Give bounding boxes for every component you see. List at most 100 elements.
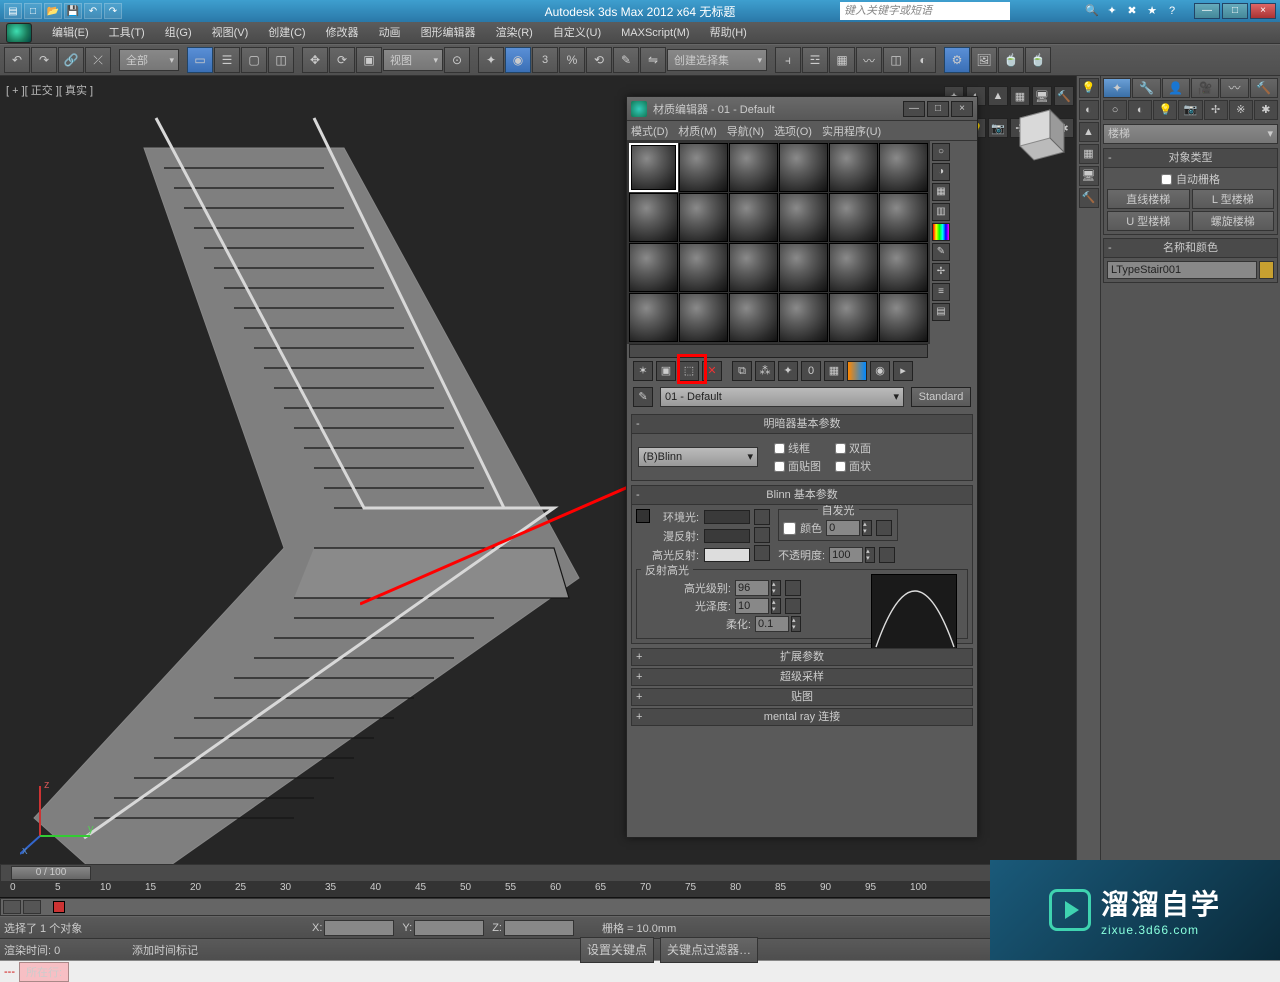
helpers-sub-icon[interactable]: ✢ xyxy=(1204,100,1228,120)
minimize-button[interactable]: — xyxy=(1194,3,1220,19)
help-icon[interactable]: ? xyxy=(1164,3,1180,19)
percent-snap-button[interactable]: % xyxy=(559,47,585,73)
maximize-button[interactable]: □ xyxy=(1222,3,1248,19)
video-color-icon[interactable] xyxy=(932,223,950,241)
glossiness-spinner[interactable] xyxy=(735,598,769,614)
coord-x-input[interactable] xyxy=(324,920,394,936)
sample-slot[interactable] xyxy=(729,293,778,342)
extra-icon[interactable]: ▤ xyxy=(932,303,950,321)
shapes-sub-icon[interactable]: ◐ xyxy=(1128,100,1152,120)
sample-slot[interactable] xyxy=(679,243,728,292)
sample-slot[interactable] xyxy=(629,193,678,242)
rotate-button[interactable]: ⟳ xyxy=(329,47,355,73)
open-icon[interactable]: 📂 xyxy=(44,3,62,19)
trackbar-tool-icon[interactable] xyxy=(23,900,41,914)
sample-slot[interactable] xyxy=(829,293,878,342)
l-stair-button[interactable]: L 型楼梯 xyxy=(1192,189,1275,209)
spinner-buttons[interactable] xyxy=(862,520,872,536)
coord-y-input[interactable] xyxy=(414,920,484,936)
twosided-checkbox[interactable] xyxy=(835,443,846,454)
dlg-close-button[interactable]: × xyxy=(951,101,973,117)
mirror-button[interactable]: ⇋ xyxy=(640,47,666,73)
sample-slot[interactable] xyxy=(629,143,678,192)
add-time-tag[interactable]: 添加时间标记 xyxy=(132,942,312,958)
diffuse-map-button[interactable] xyxy=(754,527,770,543)
sample-slot[interactable] xyxy=(779,293,828,342)
sample-slot[interactable] xyxy=(629,243,678,292)
lights-sub-icon[interactable]: 💡 xyxy=(1153,100,1177,120)
selfillu-color-checkbox[interactable] xyxy=(783,522,796,535)
sample-slot[interactable] xyxy=(779,243,828,292)
redo-button[interactable]: ↷ xyxy=(31,47,57,73)
menu-tools[interactable]: 工具(T) xyxy=(99,22,155,44)
schematic-view-button[interactable]: ◫ xyxy=(883,47,909,73)
soften-spinner[interactable] xyxy=(755,616,789,632)
sample-slot[interactable] xyxy=(679,293,728,342)
sample-slot[interactable] xyxy=(879,293,928,342)
sample-slot[interactable] xyxy=(829,143,878,192)
material-name-combo[interactable]: 01 - Default xyxy=(660,387,904,407)
show-end-result-icon[interactable] xyxy=(847,361,867,381)
material-editor-button[interactable]: ◐ xyxy=(910,47,936,73)
sample-slot[interactable] xyxy=(779,143,828,192)
align-button[interactable]: ⫞ xyxy=(775,47,801,73)
set-key-button[interactable]: 设置关键点 xyxy=(580,937,654,963)
space-warps-sub-icon[interactable]: ※ xyxy=(1229,100,1253,120)
scale-button[interactable]: ▣ xyxy=(356,47,382,73)
link-button[interactable]: 🔗 xyxy=(58,47,84,73)
sample-slot[interactable] xyxy=(829,193,878,242)
make-copy-icon[interactable]: ⧉ xyxy=(732,361,752,381)
rollout-maps[interactable]: 贴图 xyxy=(631,688,973,706)
sample-slot[interactable] xyxy=(779,193,828,242)
sample-slot[interactable] xyxy=(829,243,878,292)
exchange-icon[interactable]: ✖ xyxy=(1124,3,1140,19)
menu-views[interactable]: 视图(V) xyxy=(202,22,259,44)
go-forward-icon[interactable]: ▸ xyxy=(893,361,913,381)
rollout-blinn-basic[interactable]: Blinn 基本参数 xyxy=(632,486,972,505)
app-logo-icon[interactable] xyxy=(6,23,32,43)
save-icon[interactable]: 💾 xyxy=(64,3,82,19)
motion-tab-icon[interactable]: 🎥 xyxy=(1191,78,1219,98)
shader-type-select[interactable]: (B)Blinn xyxy=(638,447,758,467)
material-type-button[interactable]: Standard xyxy=(911,387,971,407)
rollout-supersample[interactable]: 超级采样 xyxy=(631,668,973,686)
create-tab-icon[interactable]: ✦ xyxy=(1103,78,1131,98)
spinner-buttons[interactable] xyxy=(791,616,801,632)
dlg-maximize-button[interactable]: □ xyxy=(927,101,949,117)
geometry-sub-icon[interactable]: ○ xyxy=(1103,100,1127,120)
me-menu-mode[interactable]: 模式(D) xyxy=(631,123,668,139)
viewcube[interactable] xyxy=(1000,98,1070,168)
ambient-color-swatch[interactable] xyxy=(704,510,750,524)
rollout-object-type[interactable]: 对象类型 xyxy=(1104,149,1277,168)
window-crossing-button[interactable]: ◫ xyxy=(268,47,294,73)
background-icon[interactable]: ▦ xyxy=(932,183,950,201)
spinner-buttons[interactable] xyxy=(865,547,875,563)
pick-material-icon[interactable]: ✎ xyxy=(633,387,653,407)
modify-tab-icon[interactable]: 🔧 xyxy=(1132,78,1160,98)
time-slider-handle[interactable]: 0 / 100 xyxy=(11,866,91,880)
diffuse-color-swatch[interactable] xyxy=(704,529,750,543)
mat-map-nav-icon[interactable]: ≡ xyxy=(932,283,950,301)
me-menu-material[interactable]: 材质(M) xyxy=(678,123,717,139)
wire-checkbox[interactable] xyxy=(774,443,785,454)
category-dropdown[interactable]: 楼梯 xyxy=(1103,124,1278,144)
spinner-snap-button[interactable]: ⟲ xyxy=(586,47,612,73)
rollout-name-color[interactable]: 名称和颜色 xyxy=(1104,239,1277,258)
me-menu-options[interactable]: 选项(O) xyxy=(774,123,812,139)
show-in-viewport-icon[interactable]: ▦ xyxy=(824,361,844,381)
layers-button[interactable]: ☲ xyxy=(802,47,828,73)
sample-slot[interactable] xyxy=(729,143,778,192)
rollout-shader-basic[interactable]: 明暗器基本参数 xyxy=(632,415,972,434)
autogrid-checkbox[interactable] xyxy=(1161,174,1172,185)
pivot-center-button[interactable]: ⊙ xyxy=(444,47,470,73)
make-unique-icon[interactable]: ⁂ xyxy=(755,361,775,381)
backlight-icon[interactable]: ◑ xyxy=(932,163,950,181)
help-search-input[interactable]: 键入关键字或短语 xyxy=(840,2,1010,20)
key-filters-button[interactable]: 关键点过滤器… xyxy=(660,937,758,963)
ambient-diffuse-lock-icon[interactable] xyxy=(636,509,650,523)
hierarchy-icon[interactable]: ▲ xyxy=(1079,122,1099,142)
object-color-swatch[interactable] xyxy=(1259,261,1274,279)
sample-slot[interactable] xyxy=(879,243,928,292)
selfillu-map-button[interactable] xyxy=(876,520,892,536)
sample-slot[interactable] xyxy=(679,193,728,242)
